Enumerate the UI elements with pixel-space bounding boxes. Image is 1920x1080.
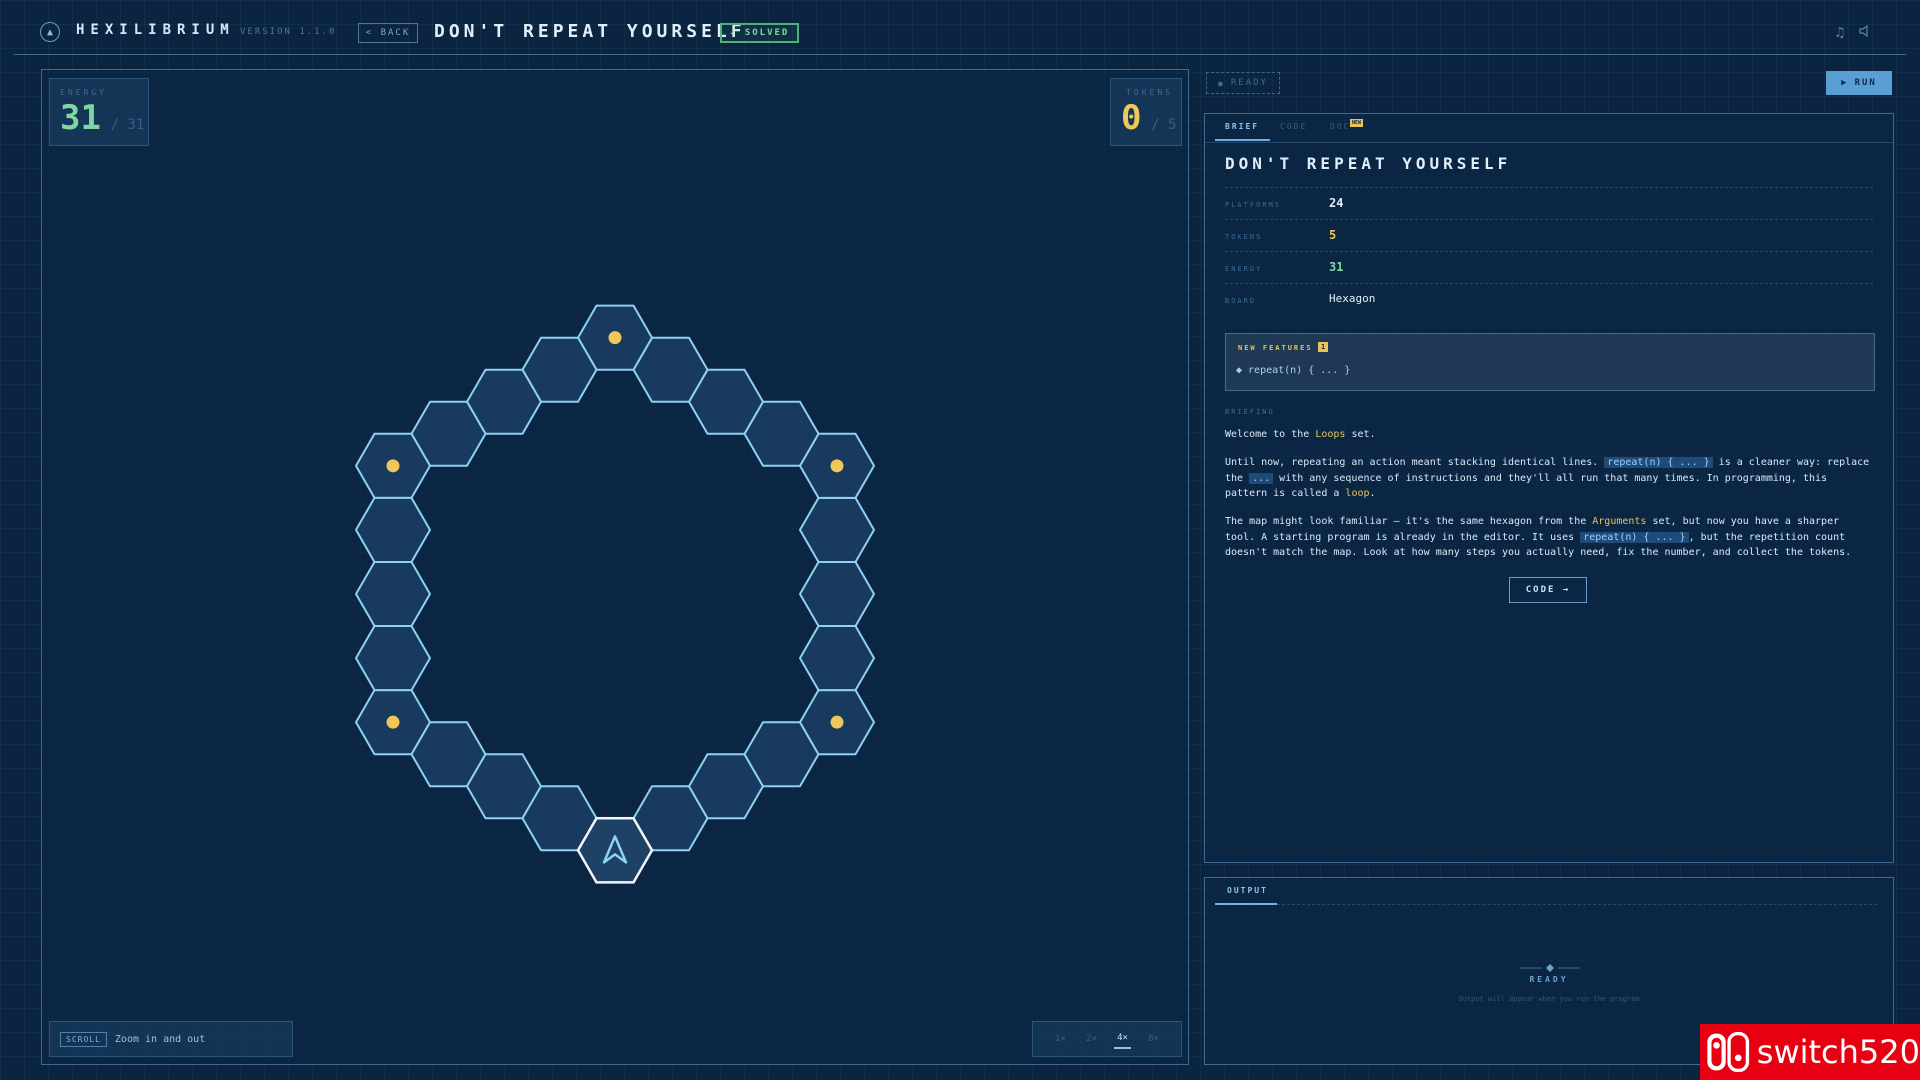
scroll-hint: SCROLL Zoom in and out bbox=[49, 1021, 293, 1057]
tab-brief[interactable]: BRIEF bbox=[1225, 122, 1259, 131]
music-icon[interactable]: ♫ bbox=[1831, 24, 1849, 42]
output-status: READY bbox=[1529, 975, 1569, 984]
hex-platform bbox=[355, 496, 431, 563]
speed-4x[interactable]: 4× bbox=[1114, 1029, 1131, 1049]
ready-label: READY bbox=[1230, 78, 1268, 88]
tokens-layer bbox=[386, 331, 844, 729]
speed-selector: 1× 2× 4× 8× bbox=[1032, 1021, 1182, 1057]
sound-icon[interactable] bbox=[1856, 24, 1874, 42]
new-features-box: NEW FEATURES 1 ◆ repeat(n) { ... } bbox=[1225, 333, 1875, 391]
tab-code[interactable]: CODE bbox=[1280, 122, 1307, 131]
game-board[interactable]: ENERGY 31 / 31 TOKENS 0 / 5 SCROLL Zoom … bbox=[41, 69, 1189, 1065]
highlight-loop: loop bbox=[1345, 488, 1370, 499]
info-row-platforms: PLATFORMS 24 bbox=[1225, 187, 1873, 220]
token bbox=[830, 715, 844, 729]
info-row-tokens: TOKENS 5 bbox=[1225, 219, 1873, 252]
new-features-label: NEW FEATURES bbox=[1238, 344, 1313, 352]
output-divider bbox=[1277, 904, 1877, 906]
speed-8x[interactable]: 8× bbox=[1145, 1030, 1162, 1048]
briefing-paragraph: Until now, repeating an action meant sta… bbox=[1225, 455, 1875, 502]
speed-2x[interactable]: 2× bbox=[1083, 1030, 1100, 1048]
scroll-badge: SCROLL bbox=[60, 1031, 107, 1047]
brief-tabs: BRIEF CODE DOC NEW bbox=[1205, 114, 1893, 143]
info-key: PLATFORMS bbox=[1225, 201, 1281, 209]
feature-item: ◆ repeat(n) { ... } bbox=[1236, 365, 1351, 376]
back-button[interactable]: < BACK bbox=[358, 23, 418, 43]
header-divider bbox=[14, 54, 1906, 55]
briefing-label: BRIEFING bbox=[1225, 408, 1275, 416]
active-tab-indicator bbox=[1215, 139, 1270, 141]
hex-platform bbox=[799, 496, 875, 563]
tab-output[interactable]: OUTPUT bbox=[1227, 886, 1268, 895]
watermark: switch520 bbox=[1700, 1024, 1920, 1080]
highlight-loops: Loops bbox=[1315, 429, 1346, 440]
hex-tiles bbox=[355, 304, 875, 884]
hex-platform bbox=[799, 625, 875, 692]
ready-status: ● READY bbox=[1206, 72, 1280, 94]
header-bar: ▲ HEXILIBRIUM VERSION 1.1.0 < BACK DON'T… bbox=[0, 0, 1920, 60]
code-snippet: ... bbox=[1249, 472, 1274, 484]
solved-badge: ✓ SOLVED bbox=[720, 23, 800, 43]
tab-doc[interactable]: DOC bbox=[1330, 122, 1350, 131]
page-title: DON'T REPEAT YOURSELF bbox=[434, 21, 746, 42]
play-icon: ▶ bbox=[1841, 78, 1849, 88]
token bbox=[386, 715, 400, 729]
watermark-text: switch520 bbox=[1756, 1033, 1920, 1071]
code-snippet: repeat(n) { ... } bbox=[1580, 531, 1689, 543]
speed-1x[interactable]: 1× bbox=[1052, 1030, 1069, 1048]
run-button[interactable]: ▶ RUN bbox=[1826, 71, 1892, 95]
version-label: VERSION 1.1.0 bbox=[240, 27, 337, 37]
run-label: RUN bbox=[1854, 78, 1877, 88]
scroll-hint-text: Zoom in and out bbox=[114, 1033, 206, 1045]
hex-map[interactable] bbox=[42, 70, 1188, 1064]
info-value: 5 bbox=[1329, 228, 1337, 242]
hex-platform bbox=[355, 625, 431, 692]
info-value: 24 bbox=[1329, 196, 1344, 210]
new-badge: NEW bbox=[1350, 119, 1364, 127]
code-snippet: repeat(n) { ... } bbox=[1604, 457, 1713, 468]
hex-platform bbox=[355, 561, 431, 627]
code-button[interactable]: CODE → bbox=[1509, 577, 1587, 603]
new-features-count: 1 bbox=[1318, 342, 1329, 352]
ready-dot-icon: ● bbox=[1218, 78, 1225, 88]
text-span: with any sequence of instructions and th… bbox=[1225, 472, 1828, 500]
text-span: . bbox=[1369, 488, 1376, 499]
output-hint: Output will appear when you run the prog… bbox=[1458, 995, 1640, 1003]
info-row-energy: ENERGY 31 bbox=[1225, 251, 1873, 284]
brief-panel: BRIEF CODE DOC NEW DON'T REPEAT YOURSELF… bbox=[1204, 113, 1894, 863]
info-value: 31 bbox=[1329, 260, 1344, 274]
briefing-paragraph: Welcome to the Loops set. bbox=[1225, 427, 1875, 443]
info-key: BOARD bbox=[1225, 297, 1257, 305]
switch-logo-icon bbox=[1707, 1031, 1750, 1073]
output-tab-indicator bbox=[1215, 903, 1277, 905]
logo-icon: ▲ bbox=[40, 22, 60, 42]
text-span: The map might look familiar — it's the s… bbox=[1225, 516, 1593, 527]
token bbox=[608, 331, 622, 345]
speaker-icon bbox=[1859, 24, 1868, 38]
highlight-arguments: Arguments bbox=[1592, 516, 1647, 527]
brief-title: DON'T REPEAT YOURSELF bbox=[1225, 154, 1512, 173]
info-key: TOKENS bbox=[1225, 233, 1263, 241]
info-value: Hexagon bbox=[1329, 292, 1376, 305]
diamond-divider-icon bbox=[1520, 964, 1580, 972]
info-key: ENERGY bbox=[1225, 265, 1263, 273]
hex-platform bbox=[799, 561, 875, 627]
briefing-paragraph: The map might look familiar — it's the s… bbox=[1225, 514, 1875, 561]
brand-name: HEXILIBRIUM bbox=[76, 22, 235, 38]
info-row-board: BOARD Hexagon bbox=[1225, 283, 1873, 316]
token bbox=[386, 459, 400, 473]
text-span: set. bbox=[1345, 429, 1376, 440]
text-span: Until now, repeating an action meant sta… bbox=[1225, 457, 1605, 468]
token bbox=[830, 459, 844, 473]
text-span: Welcome to the bbox=[1225, 429, 1316, 440]
